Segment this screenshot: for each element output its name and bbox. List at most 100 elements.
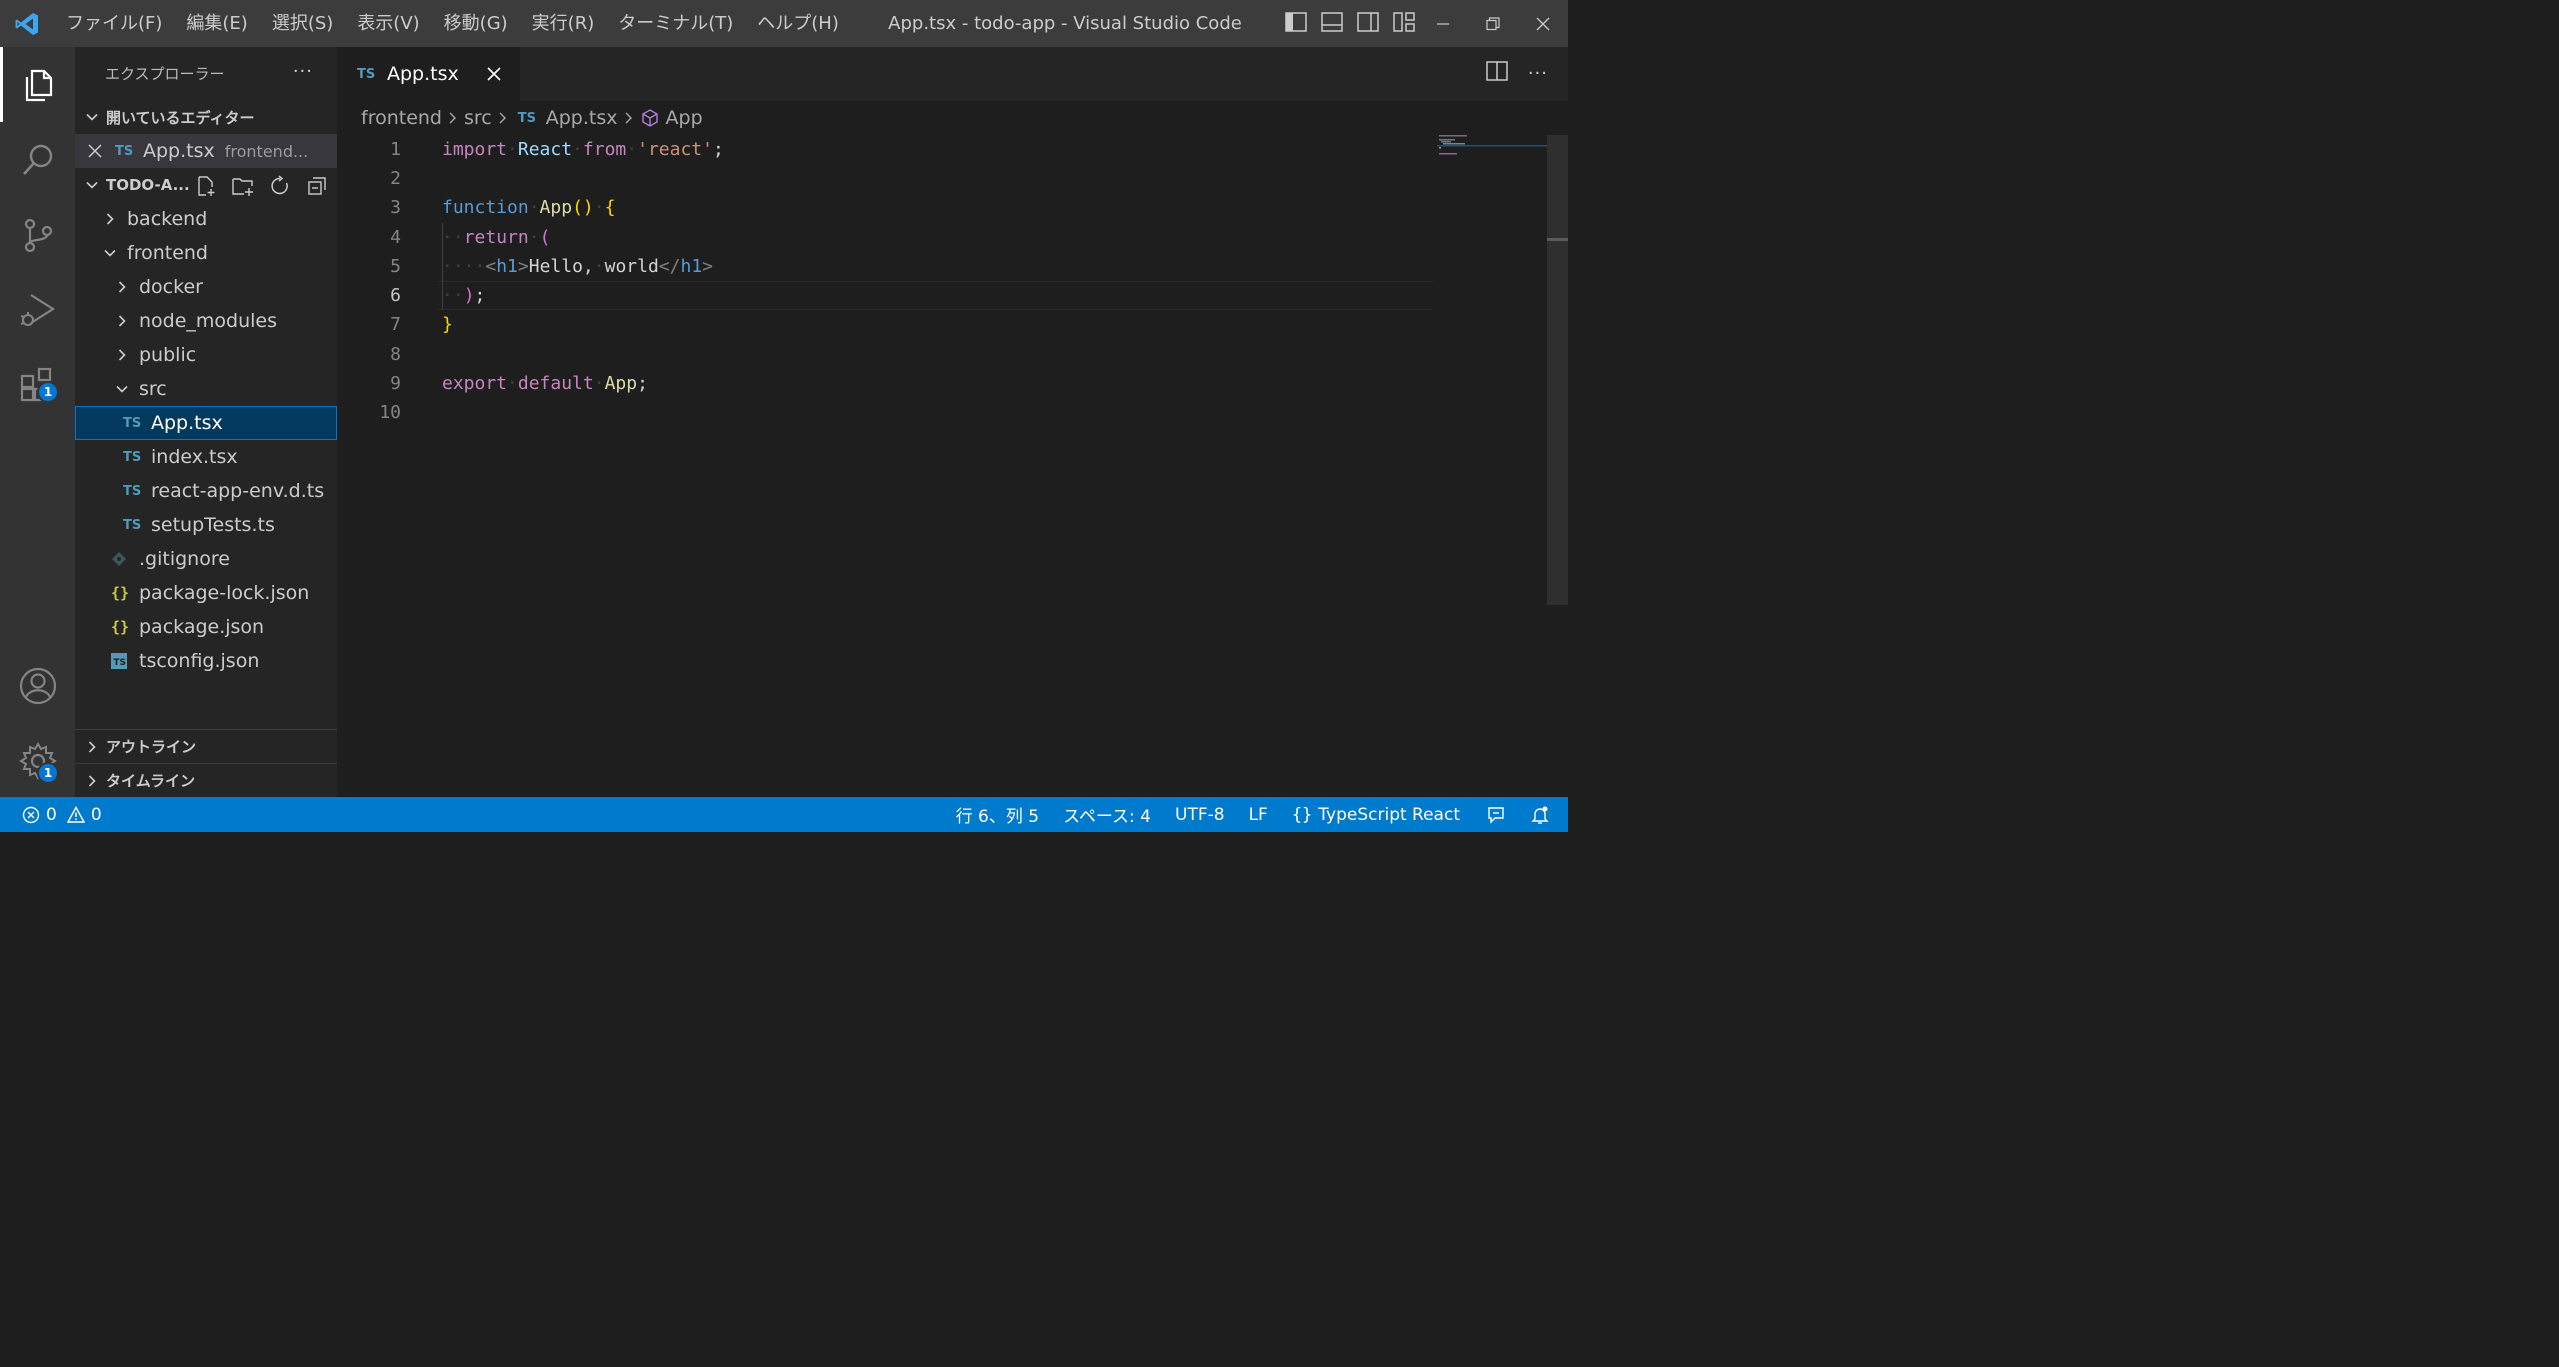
manage-activity[interactable]: 1: [0, 723, 75, 798]
window-title: App.tsx - todo-app - Visual Studio Code: [888, 13, 1242, 34]
tree-file-setuptests[interactable]: TS setupTests.ts: [75, 508, 337, 542]
new-folder-icon[interactable]: [230, 173, 255, 198]
cursor-position[interactable]: 行 6、列 5: [944, 802, 1051, 827]
tree-item-label: public: [139, 344, 197, 366]
explorer-header: エクスプローラー ···: [75, 47, 337, 100]
accounts-activity[interactable]: [0, 648, 75, 723]
extensions-badge: 1: [37, 381, 59, 403]
code-line: ··);: [442, 285, 486, 306]
project-label: TODO-A...: [106, 176, 190, 194]
menu-go[interactable]: 移動(G): [432, 0, 520, 47]
menu-run[interactable]: 実行(R): [520, 0, 607, 47]
collapse-all-icon[interactable]: [304, 173, 329, 198]
breadcrumb-symbol[interactable]: App: [666, 107, 703, 129]
menu-file[interactable]: ファイル(F): [54, 0, 174, 47]
line-number: 2: [390, 168, 401, 189]
menu-terminal[interactable]: ターミナル(T): [606, 0, 745, 47]
tree-item-label: .gitignore: [139, 548, 230, 570]
minimize-icon[interactable]: [1418, 0, 1468, 47]
tree-folder-frontend[interactable]: frontend: [75, 236, 337, 270]
line-number: 9: [390, 373, 401, 394]
typescript-file-icon: TS: [517, 110, 536, 126]
language-mode[interactable]: {} TypeScript React: [1280, 805, 1472, 825]
breadcrumb-src[interactable]: src: [464, 107, 492, 129]
window-controls: [1418, 0, 1568, 47]
line-number: 1: [390, 139, 401, 160]
outline-section[interactable]: アウトライン: [75, 729, 337, 763]
run-debug-activity[interactable]: [0, 272, 75, 347]
tree-file-index-tsx[interactable]: TS index.tsx: [75, 440, 337, 474]
tab-app-tsx[interactable]: TS App.tsx: [337, 47, 520, 101]
code-line: ····<h1>Hello,·world</h1>: [442, 256, 714, 277]
customize-layout-icon[interactable]: [1392, 10, 1416, 34]
menu-selection[interactable]: 選択(S): [260, 0, 345, 47]
json-file-icon: {}: [111, 584, 130, 602]
menu-view[interactable]: 表示(V): [345, 0, 431, 47]
line-number: 4: [390, 227, 401, 248]
warning-icon: [66, 805, 85, 824]
tree-folder-node-modules[interactable]: node_modules: [75, 304, 337, 338]
chevron-right-icon: [448, 111, 458, 125]
tree-file-package-lock[interactable]: {} package-lock.json: [75, 576, 337, 610]
line-number: 7: [390, 314, 401, 335]
timeline-section[interactable]: タイムライン: [75, 763, 337, 797]
search-activity[interactable]: [0, 122, 75, 197]
tree-folder-docker[interactable]: docker: [75, 270, 337, 304]
code-editor[interactable]: 1 2 3 4 5 6 7 8 9 10 import·React·from·'…: [337, 135, 1568, 797]
new-file-icon[interactable]: [193, 173, 218, 198]
source-control-activity[interactable]: [0, 197, 75, 272]
chevron-down-icon: [81, 106, 103, 128]
close-window-icon[interactable]: [1518, 0, 1568, 47]
extensions-activity[interactable]: 1: [0, 347, 75, 422]
menu-edit[interactable]: 編集(E): [174, 0, 259, 47]
end-of-line[interactable]: LF: [1237, 805, 1280, 825]
line-number: 8: [390, 344, 401, 365]
minimap[interactable]: [1437, 135, 1547, 175]
typescript-file-icon: TS: [123, 483, 142, 499]
toggle-primary-sidebar-icon[interactable]: [1284, 10, 1308, 34]
chevron-right-icon: [81, 770, 103, 792]
tree-file-react-app-env[interactable]: TS react-app-env.d.ts: [75, 474, 337, 508]
toggle-panel-icon[interactable]: [1320, 10, 1344, 34]
tree-folder-backend[interactable]: backend: [75, 202, 337, 236]
braces-icon: {}: [1291, 804, 1313, 825]
tree-file-gitignore[interactable]: .gitignore: [75, 542, 337, 576]
tree-folder-src[interactable]: src: [75, 372, 337, 406]
close-icon[interactable]: [482, 62, 506, 86]
open-editor-item[interactable]: TS App.tsx frontend...: [75, 134, 337, 168]
chevron-right-icon: [624, 111, 634, 125]
more-actions-icon[interactable]: ···: [1528, 63, 1548, 84]
toggle-secondary-sidebar-icon[interactable]: [1356, 10, 1380, 34]
chevron-down-icon: [81, 174, 103, 196]
scrollbar-cursor-marker: [1547, 238, 1568, 241]
project-section[interactable]: TODO-A...: [75, 168, 337, 202]
search-icon: [22, 144, 52, 175]
tab-label: App.tsx: [387, 63, 459, 85]
tree-file-package-json[interactable]: {} package.json: [75, 610, 337, 644]
refresh-icon[interactable]: [267, 173, 292, 198]
breadcrumb-file[interactable]: App.tsx: [546, 107, 618, 129]
more-actions-icon[interactable]: ···: [293, 61, 313, 82]
vertical-scrollbar[interactable]: [1547, 135, 1568, 605]
indentation[interactable]: スペース: 4: [1051, 802, 1163, 827]
code-line: import·React·from·'react';: [442, 139, 724, 160]
tree-file-tsconfig[interactable]: TS tsconfig.json: [75, 644, 337, 678]
restore-icon[interactable]: [1468, 0, 1518, 47]
encoding[interactable]: UTF-8: [1163, 805, 1237, 825]
open-editors-section[interactable]: 開いているエディター: [75, 100, 337, 134]
tree-folder-public[interactable]: public: [75, 338, 337, 372]
menu-help[interactable]: ヘルプ(H): [745, 0, 851, 47]
typescript-file-icon: TS: [123, 517, 142, 533]
close-icon[interactable]: [75, 144, 115, 158]
feedback-icon[interactable]: [1472, 805, 1520, 825]
notifications-bell-icon[interactable]: [1520, 805, 1568, 825]
problems-indicator[interactable]: 0 0: [0, 805, 102, 825]
window-bottom-edge: [0, 832, 1568, 838]
explorer-activity[interactable]: [0, 47, 75, 122]
project-actions: [193, 173, 329, 198]
explorer-sidebar: エクスプローラー ··· 開いているエディター TS App.tsx front…: [75, 47, 337, 797]
breadcrumb-frontend[interactable]: frontend: [361, 107, 442, 129]
tree-file-app-tsx[interactable]: TS App.tsx: [75, 406, 337, 440]
split-editor-icon[interactable]: [1486, 61, 1508, 85]
symbol-cube-icon: [640, 108, 660, 128]
